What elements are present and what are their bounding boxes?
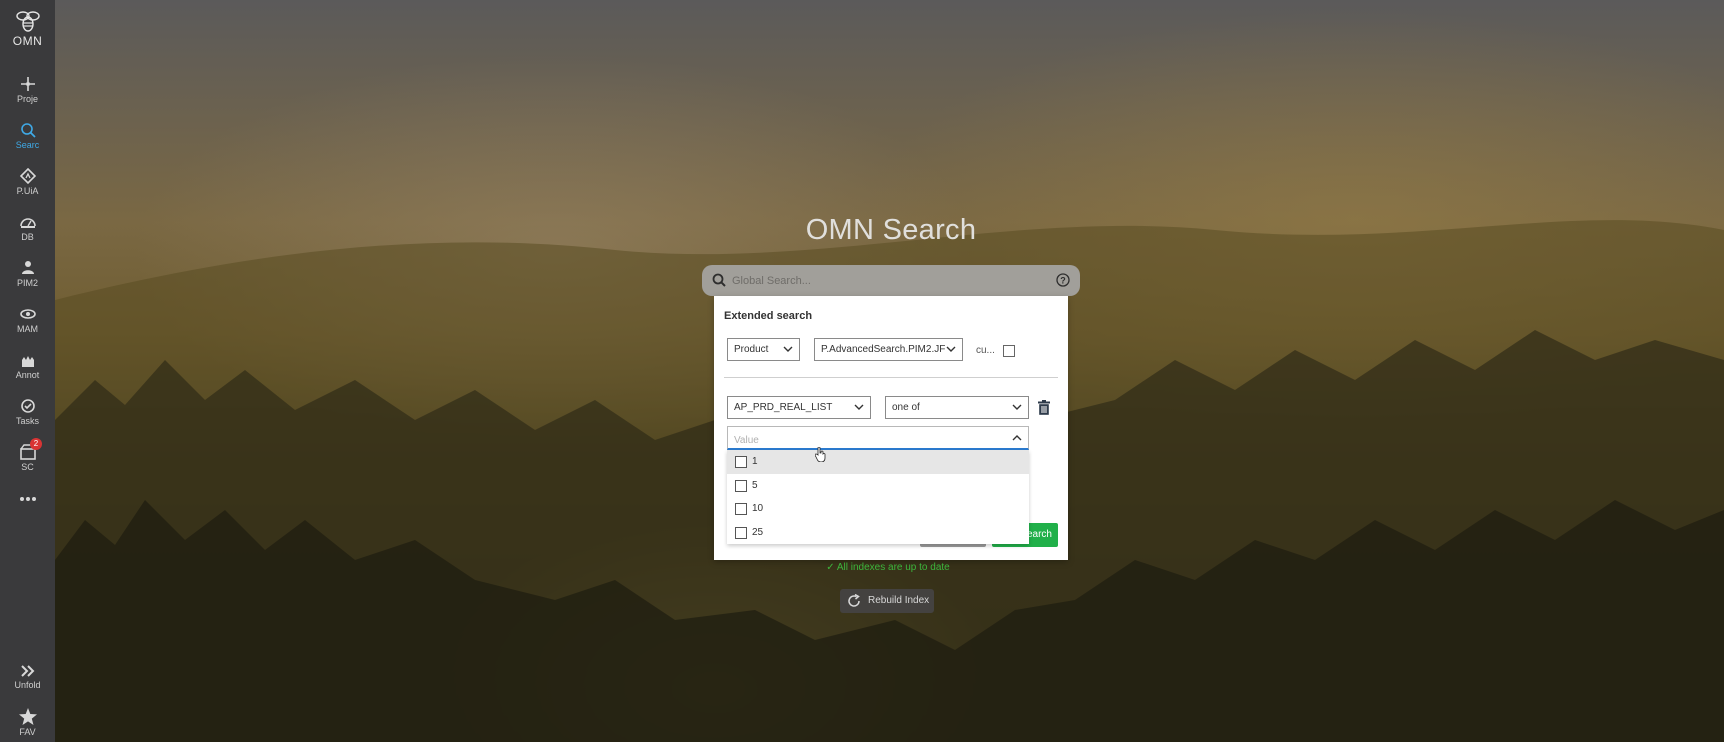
chevron-down-icon xyxy=(1012,404,1022,410)
notification-badge: 2 xyxy=(30,438,42,450)
sidebar-item-label: PIM2 xyxy=(16,278,38,288)
sidebar-item-label: Tasks xyxy=(15,416,39,426)
option-checkbox[interactable] xyxy=(735,456,747,468)
rebuild-index-button[interactable]: Rebuild Index xyxy=(840,589,934,613)
value-input[interactable] xyxy=(732,431,996,449)
sidebar-item-label: Annot xyxy=(15,370,40,380)
rebuild-index-label: Rebuild Index xyxy=(868,595,930,606)
sidebar-item-label: Unfold xyxy=(14,680,41,690)
check-icon: ✓ xyxy=(826,562,837,573)
value-multiselect[interactable] xyxy=(727,426,1029,450)
refresh-icon xyxy=(848,594,860,607)
chevron-down-icon xyxy=(783,346,793,352)
search-config-value: P.AdvancedSearch.PIM2.JF xyxy=(821,344,946,355)
field-select-value: AP_PRD_REAL_LIST xyxy=(734,402,833,413)
value-option[interactable]: 5 xyxy=(727,474,1029,498)
tasks-icon xyxy=(20,399,35,413)
sidebar-item-label: MAM xyxy=(17,324,38,334)
value-option[interactable]: 1 xyxy=(727,450,1029,474)
sidebar-item-puia[interactable]: P.UiA xyxy=(0,168,55,196)
sidebar-item-annot[interactable]: Annot xyxy=(0,352,55,380)
trash-icon[interactable] xyxy=(1038,400,1050,415)
sidebar-item-label: Proje xyxy=(16,94,38,104)
sidebar-item-label: Searc xyxy=(15,140,40,150)
sidebar-item-sc[interactable]: 2 SC xyxy=(0,438,55,472)
divider xyxy=(724,377,1058,378)
project-icon xyxy=(20,77,35,91)
global-search-bar[interactable]: ? xyxy=(702,265,1080,296)
index-status: ✓ All indexes are up to date xyxy=(0,562,1724,573)
option-label: 1 xyxy=(752,456,758,467)
chevron-down-icon xyxy=(854,404,864,410)
operator-select-value: one of xyxy=(892,402,920,413)
option-checkbox[interactable] xyxy=(735,526,747,539)
sidebar-item-unfold[interactable]: Unfold xyxy=(0,664,55,690)
extended-search-panel: Extended search Product P.AdvancedSearch… xyxy=(714,296,1068,560)
sidebar-item-projects[interactable]: Proje xyxy=(0,76,55,104)
option-label: 25 xyxy=(752,526,764,538)
omn-logo[interactable]: OMN xyxy=(0,10,55,48)
option-label: 5 xyxy=(752,479,758,491)
search-icon xyxy=(712,273,726,287)
global-search-input[interactable] xyxy=(730,270,1034,292)
sidebar: OMN Proje Searc P.UiA DB PIM2 MAM Annot … xyxy=(0,0,55,742)
extended-search-title: Extended search xyxy=(724,310,813,322)
annotation-icon xyxy=(21,356,34,367)
bee-logo-icon xyxy=(15,11,40,32)
sidebar-item-label: SC xyxy=(21,462,34,472)
custom-label: cu... xyxy=(976,345,995,356)
sidebar-item-search[interactable]: Searc xyxy=(0,122,55,150)
sidebar-item-tasks[interactable]: Tasks xyxy=(0,398,55,426)
operator-select[interactable]: one of xyxy=(885,396,1029,419)
sidebar-more[interactable] xyxy=(0,496,55,502)
chevron-down-icon xyxy=(946,345,956,353)
search-icon xyxy=(20,123,36,138)
star-icon xyxy=(18,708,37,725)
help-icon[interactable]: ? xyxy=(1056,273,1070,287)
option-checkbox[interactable] xyxy=(735,479,747,492)
value-option[interactable]: 10 xyxy=(727,497,1029,521)
more-icon xyxy=(19,497,36,501)
sidebar-item-pim2[interactable]: PIM2 xyxy=(0,260,55,288)
value-options-dropdown: 1 5 10 25 xyxy=(727,450,1029,544)
sidebar-item-label: FAV xyxy=(19,727,36,737)
index-status-text: All indexes are up to date xyxy=(836,562,950,573)
option-checkbox[interactable] xyxy=(735,503,747,515)
entity-type-value: Product xyxy=(734,344,769,355)
unfold-icon xyxy=(20,665,34,677)
option-label: 10 xyxy=(752,503,764,514)
search-config-select[interactable]: P.AdvancedSearch.PIM2.JF xyxy=(814,338,963,361)
page-title: OMN Search xyxy=(805,214,977,246)
value-option[interactable]: 25 xyxy=(727,521,1029,545)
pim-ui-icon xyxy=(19,168,36,184)
sidebar-item-label: P.UiA xyxy=(16,186,39,196)
logo-label: OMN xyxy=(12,34,43,48)
chevron-up-icon[interactable] xyxy=(1012,434,1022,442)
mam-icon xyxy=(19,309,36,319)
field-select[interactable]: AP_PRD_REAL_LIST xyxy=(727,396,871,419)
pim2-icon xyxy=(21,261,34,274)
custom-checkbox[interactable] xyxy=(1003,345,1015,357)
sidebar-item-fav[interactable]: FAV xyxy=(0,708,55,737)
sidebar-item-mam[interactable]: MAM xyxy=(0,306,55,334)
entity-type-select[interactable]: Product xyxy=(727,338,800,361)
hand-cursor-icon xyxy=(815,447,826,462)
svg-text:?: ? xyxy=(1060,276,1066,286)
